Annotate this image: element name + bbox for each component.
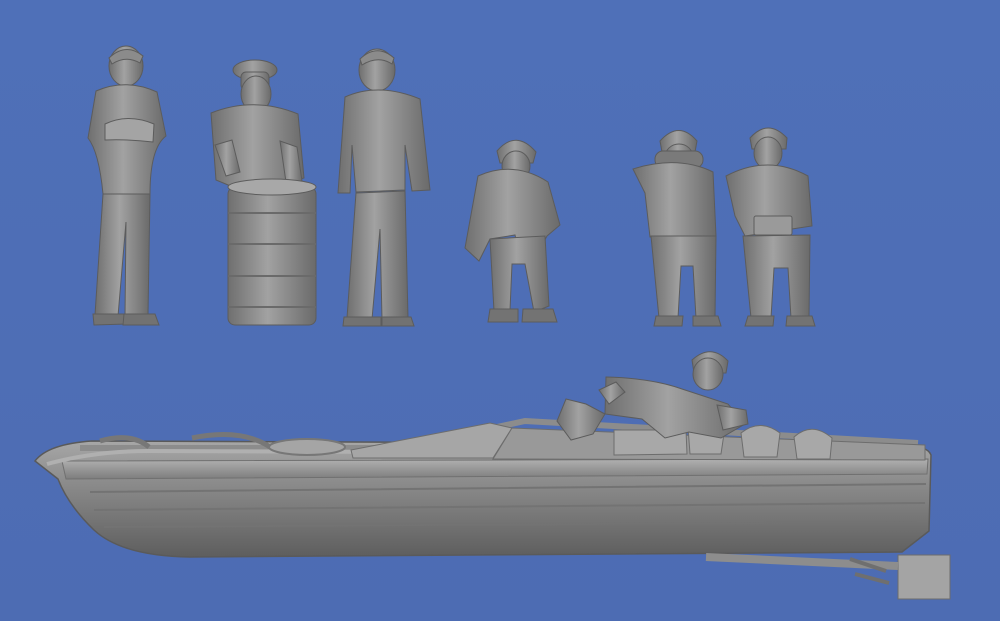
- standing-figure-peaked-cap-with-drum: [210, 59, 317, 326]
- standing-figure-side-cap: [337, 48, 431, 327]
- reclining-figure-on-boat: [556, 351, 749, 441]
- render-svg: [33, 45, 951, 600]
- standing-figure-arms-crossed: [87, 45, 167, 326]
- motor-boat-hull: [33, 417, 951, 600]
- seated-figure-helmet: [464, 139, 561, 323]
- seated-figure-binoculars: [632, 130, 722, 327]
- render-scene: [0, 0, 1000, 621]
- seated-figure-with-box: [725, 127, 816, 327]
